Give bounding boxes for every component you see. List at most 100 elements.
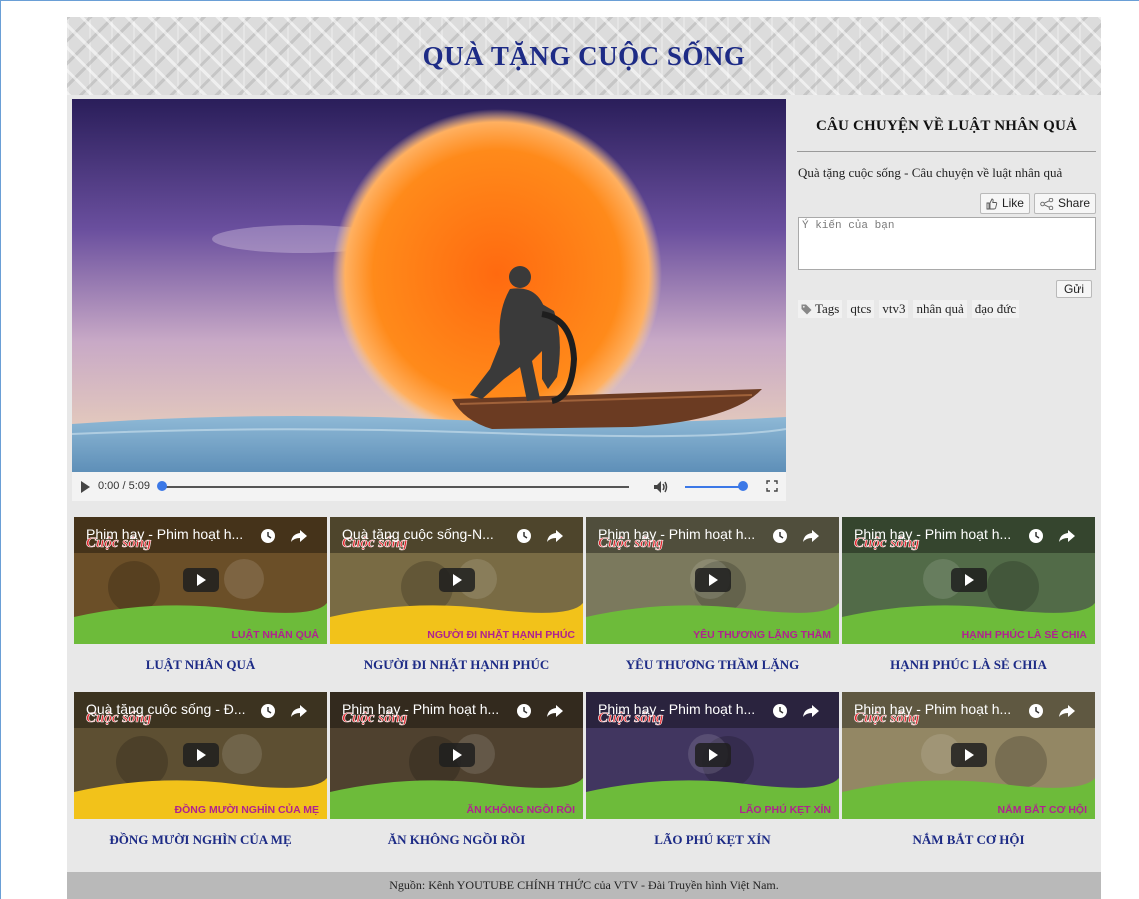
- like-label: Like: [1001, 196, 1024, 210]
- share-icon[interactable]: [802, 528, 820, 544]
- play-button[interactable]: [951, 568, 987, 592]
- volume-slider[interactable]: [685, 486, 745, 488]
- video-still-fisherman: [72, 99, 786, 472]
- thumbnail-title: Phim hay - Phim hoạt h...: [598, 701, 756, 717]
- share-icon[interactable]: [1058, 703, 1076, 719]
- video-caption[interactable]: ĂN KHÔNG NGỒI RỒI: [330, 832, 583, 848]
- share-icon[interactable]: [1058, 528, 1076, 544]
- thumbnail-title: Quà tặng cuộc sống-N...: [342, 526, 494, 542]
- thumbnail-title: Phim hay - Phim hoạt h...: [342, 701, 500, 717]
- video-frame[interactable]: [72, 99, 786, 472]
- panel-title: CÂU CHUYỆN VỀ LUẬT NHÂN QUẢ: [815, 118, 1078, 134]
- watch-later-icon[interactable]: [772, 703, 788, 719]
- play-button[interactable]: [439, 568, 475, 592]
- video-thumbnail[interactable]: Cuộc sống NẮM BẮT CƠ HỘI Phim hay - Phim h…: [842, 692, 1095, 819]
- video-thumbnail[interactable]: Cuộc sống ĐỒNG MƯỜI NGHÌN CỦA MẸ Quà tặng …: [74, 692, 327, 819]
- share-label: Share: [1057, 196, 1090, 210]
- tag-item[interactable]: vtv3: [879, 300, 909, 318]
- fullscreen-icon[interactable]: [766, 480, 778, 492]
- play-button[interactable]: [695, 568, 731, 592]
- page-container: QUÀ TẶNG CUỘC SỐNG 0:00 / 5:09 CÂU CHUYỆ…: [67, 17, 1101, 899]
- video-thumbnail[interactable]: Cuộc sống LÃO PHÚ KẸT XỈN Phim hay - Phim …: [586, 692, 839, 819]
- video-caption[interactable]: HẠNH PHÚC LÀ SẺ CHIA: [842, 657, 1095, 673]
- video-caption[interactable]: ĐỒNG MƯỜI NGHÌN CỦA MẸ: [74, 832, 327, 848]
- video-info-panel: CÂU CHUYỆN VỀ LUẬT NHÂN QUẢ Quà tặng cuộ…: [795, 99, 1098, 318]
- watch-later-icon[interactable]: [1028, 528, 1044, 544]
- tag-item[interactable]: nhân quả: [913, 300, 967, 318]
- thumbnail-banner: NGƯỜI ĐI NHẶT HẠNH PHÚC: [427, 628, 575, 641]
- window-frame-left: [0, 0, 1, 899]
- tag-icon: [801, 304, 812, 314]
- share-icon[interactable]: [546, 703, 564, 719]
- play-icon: [453, 574, 462, 586]
- thumbnail-title: Phim hay - Phim hoạt h...: [854, 701, 1012, 717]
- site-title: QUÀ TẶNG CUỘC SỐNG: [422, 40, 746, 71]
- seek-handle[interactable]: [157, 481, 167, 491]
- play-icon: [453, 749, 462, 761]
- play-icon: [965, 574, 974, 586]
- video-thumbnail[interactable]: Cuộc sống YÊU THƯƠNG LẶNG THẦM Phim hay - …: [586, 517, 839, 644]
- video-caption[interactable]: LUẬT NHÂN QUẢ: [74, 657, 327, 673]
- main-video-player[interactable]: 0:00 / 5:09: [72, 99, 786, 501]
- thumbnail-title: Phim hay - Phim hoạt h...: [598, 526, 756, 542]
- send-button[interactable]: Gửi: [1055, 280, 1092, 298]
- video-thumbnail[interactable]: Cuộc sống NGƯỜI ĐI NHẶT HẠNH PHÚC Quà tặng…: [330, 517, 583, 644]
- watch-later-icon[interactable]: [772, 528, 788, 544]
- share-icon[interactable]: [546, 528, 564, 544]
- video-caption[interactable]: YÊU THƯƠNG THẦM LẶNG: [586, 657, 839, 673]
- tag-item[interactable]: đạo đức: [971, 300, 1020, 318]
- thumbnail-title: Phim hay - Phim hoạt h...: [854, 526, 1012, 542]
- thumbs-up-icon: [986, 198, 998, 209]
- video-controls: 0:00 / 5:09: [72, 472, 786, 501]
- window-frame-top: [0, 0, 1139, 1]
- thumbnail-title: Quà tặng cuộc sống - Đ...: [86, 701, 246, 717]
- seek-bar[interactable]: [162, 486, 629, 488]
- watch-later-icon[interactable]: [1028, 703, 1044, 719]
- play-icon: [197, 574, 206, 586]
- site-header: QUÀ TẶNG CUỘC SỐNG: [67, 17, 1101, 95]
- tag-item[interactable]: qtcs: [847, 300, 875, 318]
- share-icon[interactable]: [290, 703, 308, 719]
- play-button[interactable]: [695, 743, 731, 767]
- share-icon[interactable]: [290, 528, 308, 544]
- social-buttons: Like Share: [979, 193, 1096, 214]
- page-footer: Nguồn: Kênh YOUTUBE CHÍNH THỨC của VTV -…: [67, 872, 1101, 899]
- watch-later-icon[interactable]: [516, 528, 532, 544]
- volume-handle[interactable]: [738, 481, 748, 491]
- thumbnail-banner: NẮM BẮT CƠ HỘI: [998, 803, 1088, 816]
- video-time: 0:00 / 5:09: [98, 480, 150, 492]
- play-icon: [709, 749, 718, 761]
- thumbnail-banner: LUẬT NHÂN QUẢ: [232, 628, 320, 641]
- volume-icon[interactable]: [652, 479, 668, 495]
- play-icon: [197, 749, 206, 761]
- comment-placeholder: Ý kiến của bạn: [802, 220, 895, 232]
- comment-textarea[interactable]: Ý kiến của bạn: [798, 217, 1096, 270]
- like-button[interactable]: Like: [979, 193, 1030, 214]
- play-icon: [709, 574, 718, 586]
- thumbnail-title: Phim hay - Phim hoạt h...: [86, 526, 244, 542]
- share-icon[interactable]: [802, 703, 820, 719]
- watch-later-icon[interactable]: [260, 703, 276, 719]
- video-thumbnail[interactable]: Cuộc sống HẠNH PHÚC LÀ SẺ CHIA Phim hay - …: [842, 517, 1095, 644]
- panel-divider: [797, 151, 1096, 152]
- play-button[interactable]: [183, 743, 219, 767]
- watch-later-icon[interactable]: [260, 528, 276, 544]
- share-button[interactable]: Share: [1033, 193, 1096, 214]
- thumbnail-banner: ĂN KHÔNG NGỒI RỒI: [466, 803, 575, 816]
- video-thumbnail[interactable]: Cuộc sống LUẬT NHÂN QUẢ Phim hay - Phim ho…: [74, 517, 327, 644]
- video-thumbnail[interactable]: Cuộc sống ĂN KHÔNG NGỒI RỒI Phim hay - Phi…: [330, 692, 583, 819]
- tags-label: Tags: [798, 300, 843, 318]
- tags-list: Tags qtcs vtv3 nhân quả đạo đức: [798, 300, 1020, 318]
- play-button[interactable]: [439, 743, 475, 767]
- thumbnail-banner: LÃO PHÚ KẸT XỈN: [739, 803, 831, 816]
- thumbnail-banner: YÊU THƯƠNG LẶNG THẦM: [693, 628, 831, 641]
- play-icon[interactable]: [81, 481, 90, 493]
- play-button[interactable]: [951, 743, 987, 767]
- video-caption[interactable]: NẮM BẮT CƠ HỘI: [842, 832, 1095, 848]
- watch-later-icon[interactable]: [516, 703, 532, 719]
- share-icon: [1040, 197, 1054, 210]
- play-button[interactable]: [183, 568, 219, 592]
- video-caption[interactable]: NGƯỜI ĐI NHẶT HẠNH PHÚC: [330, 657, 583, 673]
- video-caption[interactable]: LÃO PHÚ KẸT XỈN: [586, 832, 839, 848]
- play-icon: [965, 749, 974, 761]
